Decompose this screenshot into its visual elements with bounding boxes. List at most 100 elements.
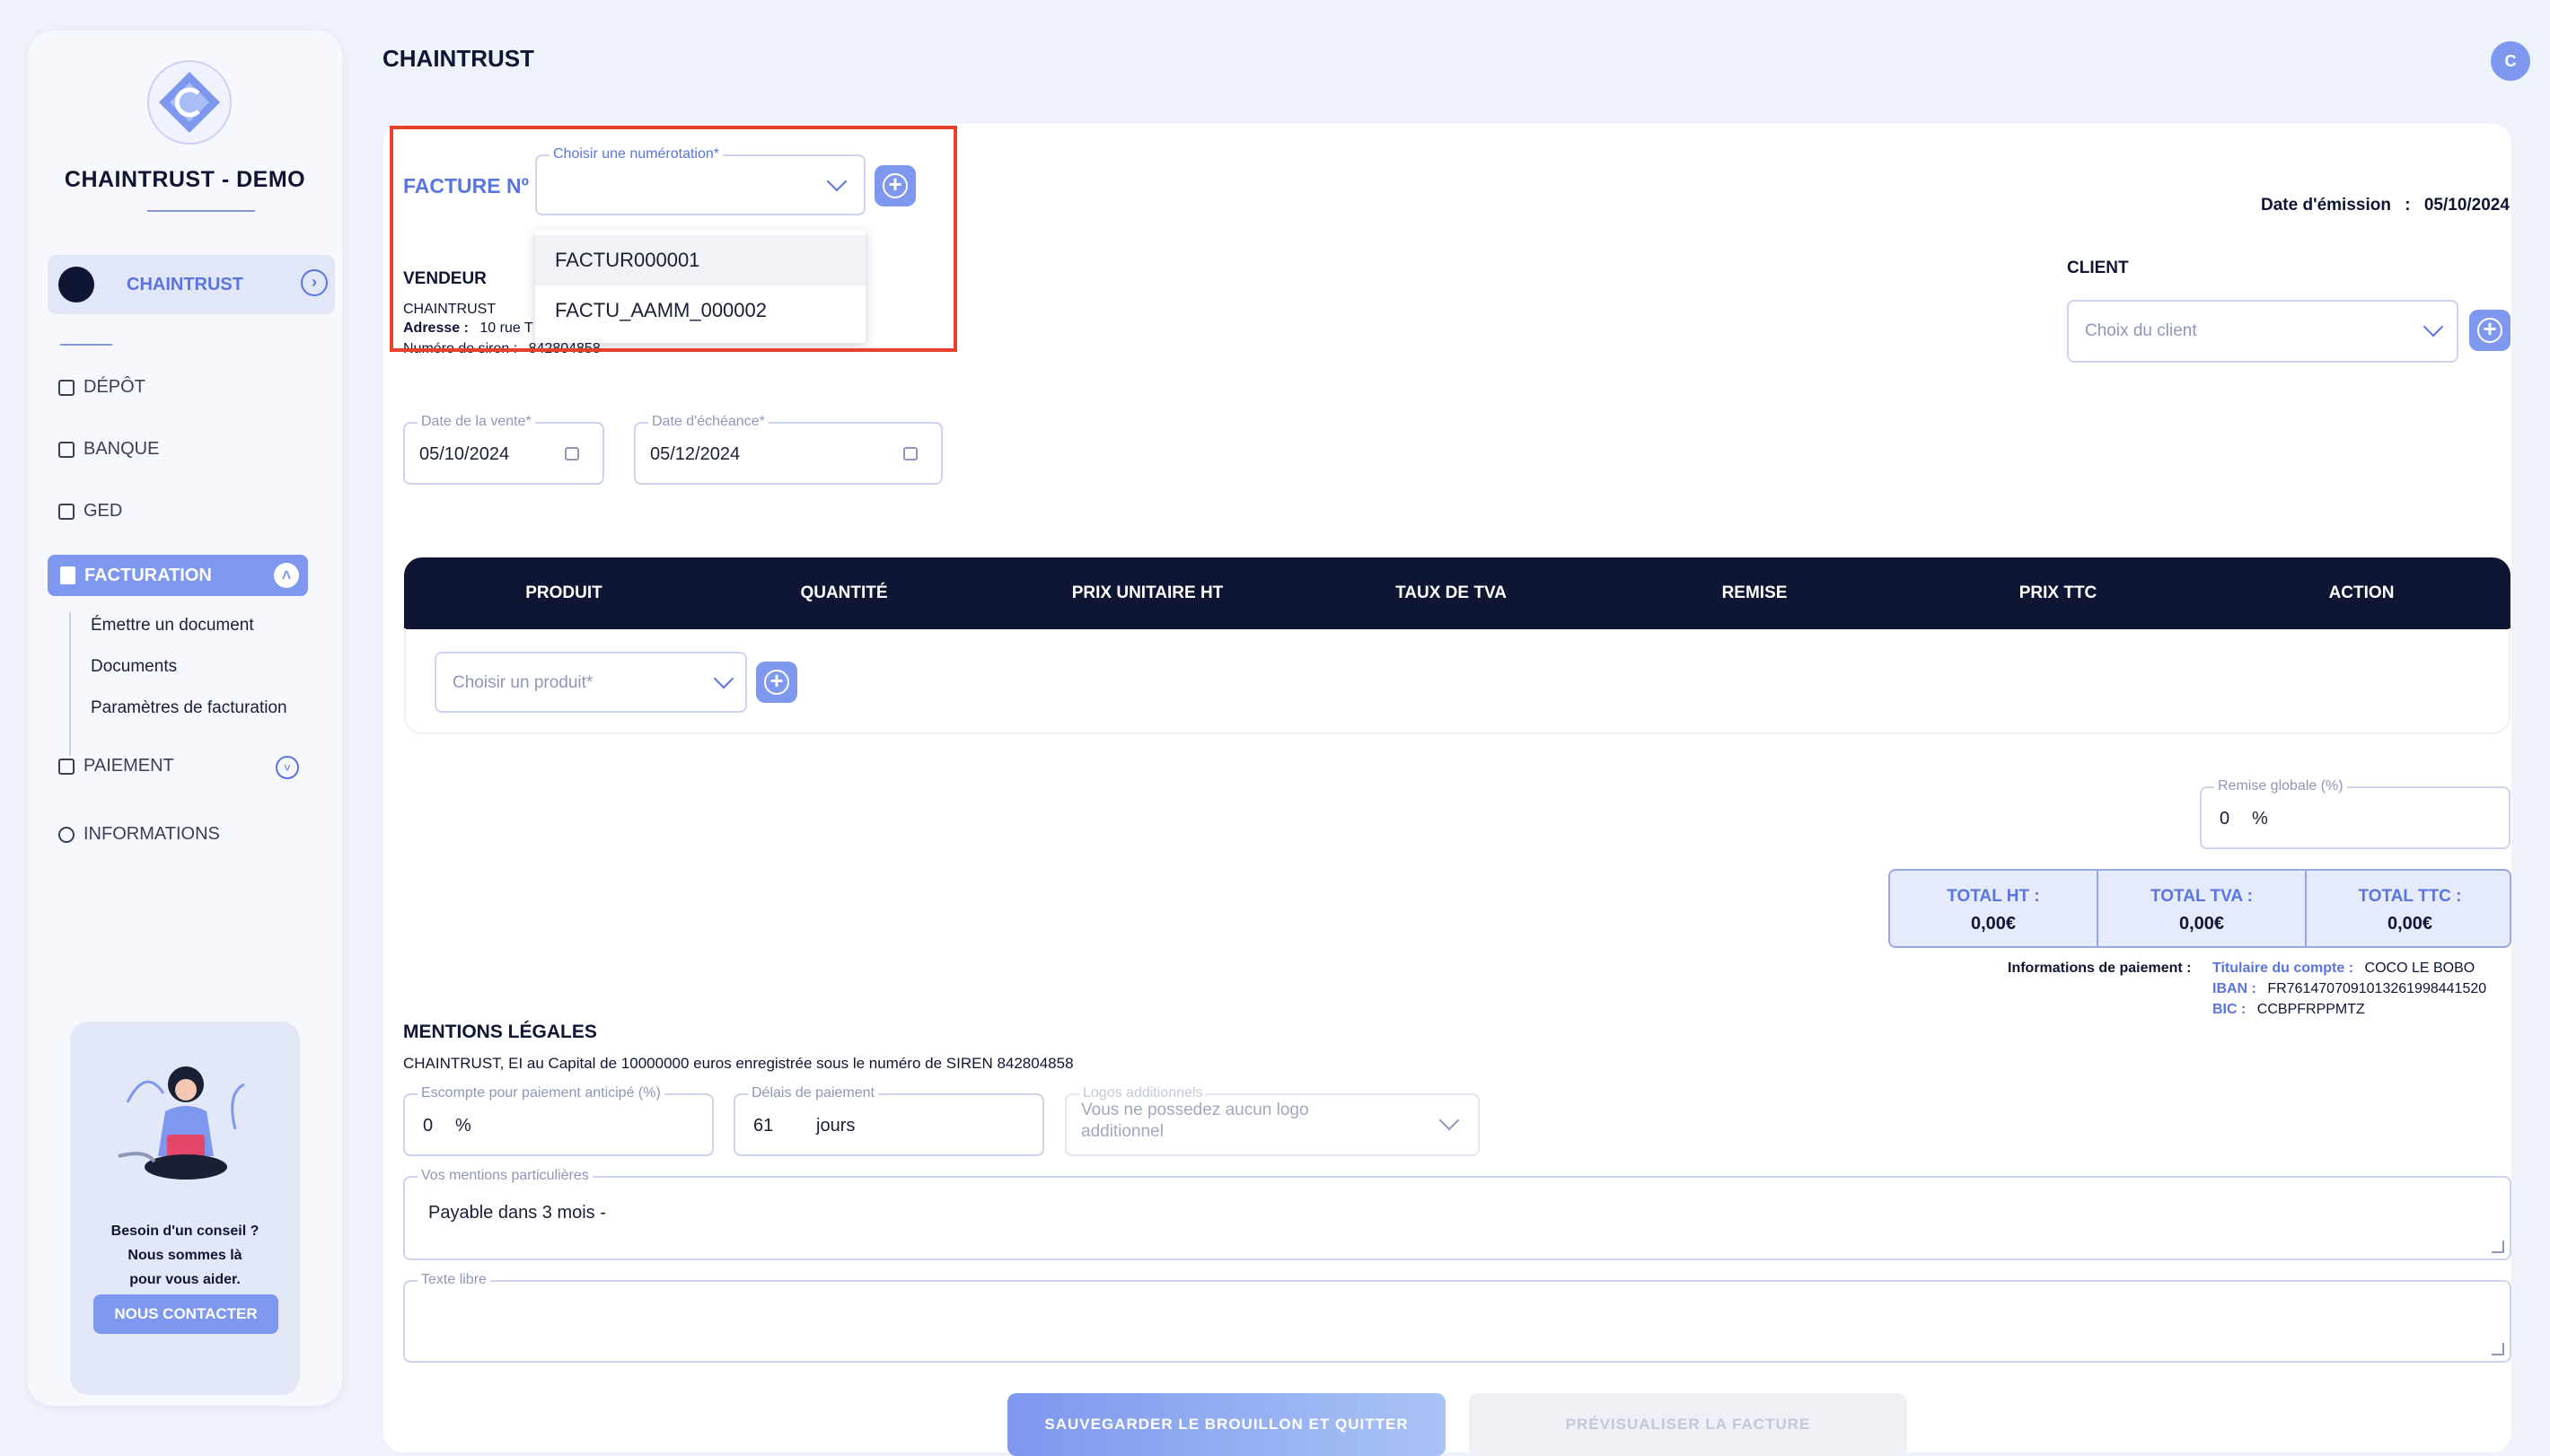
- document-icon: [58, 503, 75, 520]
- total-ttc: TOTAL TTC : 0,00€: [2307, 871, 2513, 946]
- payment-bic: BIC : CCBPFRPPMTZ: [2212, 1002, 2365, 1018]
- global-discount-unit: %: [2252, 809, 2268, 829]
- calendar-icon[interactable]: [565, 447, 579, 460]
- contact-button[interactable]: NOUS CONTACTER: [93, 1294, 278, 1334]
- total-tva-value: 0,00€: [2178, 914, 2225, 934]
- delai-value: 61: [753, 1116, 774, 1136]
- help-text-1: Besoin d'un conseil ?: [110, 1224, 259, 1239]
- col-taux-tva: TAUX DE TVA: [1395, 583, 1507, 602]
- logos-legend: Logos additionnels: [1079, 1085, 1207, 1101]
- plus-icon: +: [764, 669, 789, 695]
- total-tva: TOTAL TVA : 0,00€: [2098, 871, 2305, 946]
- card-icon: [58, 758, 75, 775]
- total-ttc-label: TOTAL TTC :: [2358, 887, 2462, 906]
- sale-date-field[interactable]: Date de la vente* 05/10/2024: [403, 414, 604, 485]
- invoice-icon: [60, 566, 75, 584]
- brand-divider: [147, 210, 255, 212]
- escompte-legend: Escompte pour paiement anticipé (%): [418, 1085, 664, 1101]
- payment-holder-label: Titulaire du compte :: [2212, 960, 2354, 976]
- folder-icon: [58, 379, 75, 396]
- escompte-field[interactable]: Escompte pour paiement anticipé (%) 0 %: [403, 1085, 714, 1156]
- issue-date: Date d'émission : 05/10/2024: [2261, 196, 2510, 215]
- nav-item-facturation[interactable]: FACTURATION ˄: [48, 555, 308, 596]
- issue-date-value: 05/10/2024: [2423, 196, 2510, 215]
- woman-laptop-illustration: [118, 1066, 245, 1180]
- product-placeholder: Choisir un produit*: [453, 673, 594, 692]
- company-selector[interactable]: CHAINTRUST ›: [48, 255, 335, 314]
- col-action: ACTION: [2328, 583, 2395, 602]
- nav-item-depot[interactable]: DÉPÔT: [58, 377, 145, 398]
- logos-placeholder-2: additionnel: [1081, 1122, 1164, 1141]
- logos-select[interactable]: Logos additionnels Vous ne possedez aucu…: [1065, 1085, 1480, 1156]
- chevron-down-icon: [2422, 316, 2444, 338]
- payment-iban: IBAN : FR7614707091013261998441520: [2212, 981, 2486, 997]
- calendar-icon[interactable]: [903, 447, 918, 460]
- client-title: CLIENT: [2067, 259, 2129, 277]
- escompte-value: 0: [423, 1116, 434, 1136]
- logos-placeholder-1: Vous ne possedez aucun logo: [1081, 1101, 1309, 1119]
- payment-iban-label: IBAN :: [2212, 981, 2256, 996]
- client-placeholder: Choix du client: [2085, 321, 2197, 340]
- free-text-textarea[interactable]: Texte libre: [403, 1272, 2511, 1363]
- nav-label-depot: DÉPÔT: [84, 377, 145, 397]
- payment-holder-value: COCO LE BOBO: [2364, 960, 2475, 976]
- preview-button[interactable]: PRÉVISUALISER LA FACTURE: [1469, 1393, 1907, 1456]
- plus-icon: +: [2477, 317, 2502, 343]
- global-discount-value: 0: [2220, 809, 2230, 829]
- nav-item-banque[interactable]: BANQUE: [58, 439, 159, 460]
- mentions-textarea[interactable]: Vos mentions particulières Payable dans …: [403, 1168, 2511, 1260]
- total-tva-label: TOTAL TVA :: [2150, 887, 2253, 906]
- total-ht-value: 0,00€: [1970, 914, 2017, 934]
- legal-text: CHAINTRUST, EI au Capital de 10000000 eu…: [403, 1055, 1074, 1072]
- products-table-header: PRODUIT QUANTITÉ PRIX UNITAIRE HT TAUX D…: [404, 557, 2510, 629]
- nav-item-ged[interactable]: GED: [58, 501, 122, 522]
- submenu-line: [69, 612, 71, 756]
- nav-label-facturation: FACTURATION: [84, 565, 212, 585]
- add-client-button[interactable]: +: [2469, 310, 2510, 351]
- issue-date-label: Date d'émission: [2261, 196, 2391, 215]
- product-select[interactable]: Choisir un produit*: [435, 652, 747, 713]
- free-text-legend: Texte libre: [418, 1272, 490, 1288]
- resize-handle-icon[interactable]: [2492, 1241, 2504, 1253]
- add-product-button[interactable]: +: [756, 662, 797, 703]
- help-text-3: pour vous aider.: [129, 1272, 241, 1287]
- submenu-emettre[interactable]: Émettre un document: [91, 616, 254, 636]
- company-logo-icon: [58, 267, 94, 303]
- delai-legend: Délais de paiement: [748, 1085, 878, 1101]
- sale-date-value: 05/10/2024: [419, 444, 510, 464]
- sale-date-legend: Date de la vente*: [418, 414, 535, 430]
- sidebar-divider: [60, 344, 112, 346]
- nav-label-informations: INFORMATIONS: [84, 824, 220, 844]
- info-icon: [58, 826, 75, 843]
- chevron-down-icon[interactable]: ˅: [276, 756, 299, 779]
- totals-box: TOTAL HT : 0,00€ TOTAL TVA : 0,00€ TOTAL…: [1888, 869, 2511, 948]
- resize-handle-icon[interactable]: [2492, 1343, 2504, 1355]
- submenu-documents[interactable]: Documents: [91, 657, 177, 677]
- payment-iban-value: FR7614707091013261998441520: [2267, 981, 2487, 996]
- payment-bic-value: CCBPFRPPMTZ: [2256, 1002, 2365, 1017]
- global-discount-legend: Remise globale (%): [2214, 778, 2347, 794]
- due-date-field[interactable]: Date d'échéance* 05/12/2024: [634, 414, 943, 485]
- mentions-legend: Vos mentions particulières: [418, 1168, 593, 1184]
- company-name: CHAINTRUST: [127, 275, 243, 294]
- nav-item-informations[interactable]: INFORMATIONS: [58, 824, 220, 845]
- highlight-box: [390, 126, 957, 352]
- global-discount-field[interactable]: Remise globale (%) 0 %: [2200, 778, 2510, 849]
- payment-bic-label: BIC :: [2212, 1002, 2247, 1017]
- delai-field[interactable]: Délais de paiement 61 jours: [734, 1085, 1044, 1156]
- avatar[interactable]: C: [2491, 41, 2530, 81]
- chevron-right-icon[interactable]: ›: [301, 269, 328, 296]
- client-select[interactable]: Choix du client: [2067, 300, 2458, 363]
- chaintrust-logo: [147, 60, 232, 145]
- nav-label-paiement: PAIEMENT: [84, 756, 174, 776]
- save-draft-button[interactable]: SAUVEGARDER LE BROUILLON ET QUITTER: [1007, 1393, 1446, 1456]
- submenu-parametres[interactable]: Paramètres de facturation: [91, 698, 287, 718]
- col-quantite: QUANTITÉ: [800, 583, 888, 602]
- nav-label-banque: BANQUE: [84, 439, 160, 459]
- mentions-value: Payable dans 3 mois -: [428, 1203, 606, 1223]
- chevron-up-icon[interactable]: ˄: [274, 563, 299, 588]
- nav-item-paiement[interactable]: PAIEMENT: [58, 756, 174, 776]
- nav-label-ged: GED: [84, 501, 123, 521]
- delai-unit: jours: [816, 1116, 856, 1136]
- help-card: Besoin d'un conseil ? Nous sommes là pou…: [70, 1022, 300, 1395]
